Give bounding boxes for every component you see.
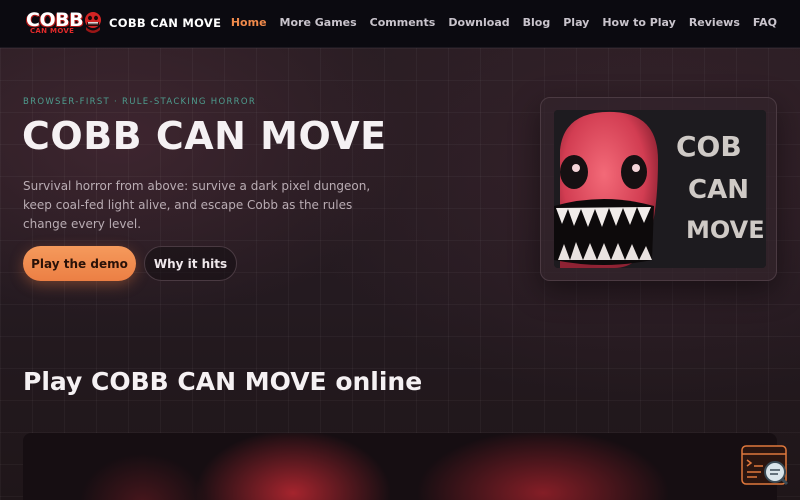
- logo-text-line2: CAN MOVE: [30, 27, 75, 35]
- play-section-title: Play COBB CAN MOVE online: [23, 367, 423, 396]
- red-creature-icon: [85, 12, 101, 33]
- site-header: COBB CAN MOVE COBB CAN MOVE Home More Ga…: [0, 0, 800, 48]
- hero-art-image: COB CAN MOVE: [554, 110, 766, 268]
- art-text-line3: MOVE: [686, 216, 765, 244]
- nav-more-games[interactable]: More Games: [280, 16, 357, 29]
- game-embed-frame[interactable]: [23, 433, 777, 500]
- why-it-hits-button[interactable]: Why it hits: [144, 246, 237, 281]
- chat-search-button[interactable]: [741, 444, 791, 488]
- hero-eyebrow: BROWSER-FIRST · RULE-STACKING HORROR: [23, 97, 257, 107]
- nav-play[interactable]: Play: [563, 16, 589, 29]
- nav-how-to-play[interactable]: How to Play: [602, 16, 676, 29]
- art-text-line1: COB: [676, 130, 742, 163]
- hero-title: COBB CAN MOVE: [22, 114, 387, 158]
- art-text-line2: CAN: [688, 175, 749, 205]
- chat-search-icon: [741, 445, 789, 486]
- page: COBB CAN MOVE COBB CAN MOVE Home More Ga…: [0, 0, 800, 500]
- nav-reviews[interactable]: Reviews: [689, 16, 740, 29]
- main-nav: Home More Games Comments Download Blog P…: [231, 16, 777, 29]
- cobb-artwork: COB CAN MOVE: [554, 110, 766, 268]
- play-demo-button[interactable]: Play the demo: [23, 246, 136, 281]
- hero-art-card: COB CAN MOVE: [540, 97, 777, 281]
- nav-download[interactable]: Download: [448, 16, 509, 29]
- nav-comments[interactable]: Comments: [370, 16, 436, 29]
- brand-name[interactable]: COBB CAN MOVE: [109, 16, 221, 30]
- hero-description: Survival horror from above: survive a da…: [23, 179, 371, 231]
- nav-home[interactable]: Home: [231, 16, 267, 29]
- site-logo[interactable]: COBB CAN MOVE: [26, 9, 104, 37]
- nav-blog[interactable]: Blog: [523, 16, 551, 29]
- nav-faq[interactable]: FAQ: [753, 16, 777, 29]
